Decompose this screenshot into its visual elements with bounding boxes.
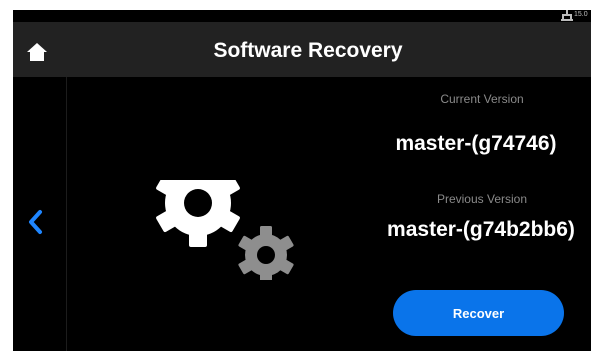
back-button[interactable]: [22, 205, 48, 239]
previous-version-label: Previous Version: [436, 192, 528, 206]
title-bar: Software Recovery: [13, 22, 591, 77]
network-icon: [561, 10, 573, 21]
small-gear: [238, 226, 294, 280]
status-text: 15.0: [574, 11, 588, 18]
status-bar: 15.0: [13, 10, 591, 22]
side-nav: [13, 77, 67, 351]
previous-version-value: master-(g74b2bb6): [387, 218, 575, 241]
gears-icon: [156, 180, 294, 280]
recover-button[interactable]: Recover: [393, 290, 564, 336]
current-version-value: master-(g74746): [395, 132, 557, 155]
device-screen: 15.0 Software Recovery Current Version m…: [13, 10, 591, 351]
page-title: Software Recovery: [213, 39, 403, 62]
chevron-left-icon: [29, 210, 42, 234]
large-gear: [156, 180, 240, 247]
current-version-label: Current Version: [440, 92, 524, 106]
